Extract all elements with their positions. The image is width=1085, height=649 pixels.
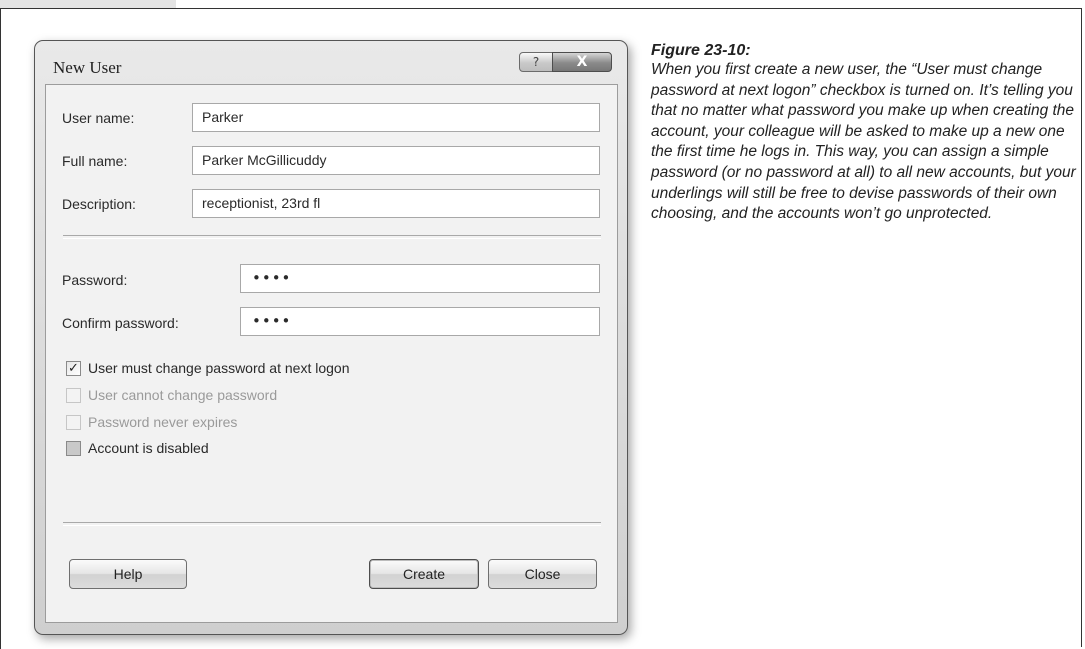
checkbox-box bbox=[66, 388, 81, 403]
full-name-label: Full name: bbox=[62, 153, 128, 169]
password-label: Password: bbox=[62, 272, 128, 288]
create-button[interactable]: Create bbox=[369, 559, 479, 589]
dialog-title: New User bbox=[53, 58, 122, 77]
description-input[interactable]: receptionist, 23rd fl bbox=[192, 189, 600, 218]
description-label: Description: bbox=[62, 196, 136, 212]
close-button[interactable]: Close bbox=[488, 559, 597, 589]
checkbox-box bbox=[66, 415, 81, 430]
help-caption-button[interactable]: ? bbox=[519, 52, 553, 72]
separator-bottom bbox=[63, 522, 601, 526]
new-user-dialog: New User ? X User name: Parker Full name… bbox=[34, 40, 628, 635]
help-button[interactable]: Help bbox=[69, 559, 187, 589]
dialog-client-area: User name: Parker Full name: Parker McGi… bbox=[45, 84, 618, 623]
checkbox-label[interactable]: User must change password at next logon bbox=[88, 360, 349, 376]
checkbox-box[interactable] bbox=[66, 441, 81, 456]
close-caption-button[interactable]: X bbox=[552, 52, 612, 72]
full-name-input[interactable]: Parker McGillicuddy bbox=[192, 146, 600, 175]
figure-caption-title: Figure 23-10: bbox=[651, 42, 751, 59]
figure-caption: Figure 23-10: When you first create a ne… bbox=[651, 41, 1076, 225]
checkbox-label: Password never expires bbox=[88, 414, 238, 430]
checkbox-label: User cannot change password bbox=[88, 387, 278, 403]
confirm-password-input[interactable]: •••• bbox=[240, 307, 600, 336]
confirm-password-label: Confirm password: bbox=[62, 315, 179, 331]
figure-frame-left-edge bbox=[0, 8, 1, 649]
figure-caption-body: When you first create a new user, the “U… bbox=[651, 61, 1076, 223]
password-input[interactable]: •••• bbox=[240, 264, 600, 293]
user-name-input[interactable]: Parker bbox=[192, 103, 600, 132]
user-name-label: User name: bbox=[62, 110, 135, 126]
checkbox-label[interactable]: Account is disabled bbox=[88, 440, 209, 456]
checkbox-box[interactable]: ✓ bbox=[66, 361, 81, 376]
question-icon: ? bbox=[532, 55, 540, 69]
dialog-titlebar[interactable]: New User ? X bbox=[35, 41, 627, 81]
separator-top bbox=[63, 235, 601, 239]
close-icon: X bbox=[576, 54, 588, 70]
